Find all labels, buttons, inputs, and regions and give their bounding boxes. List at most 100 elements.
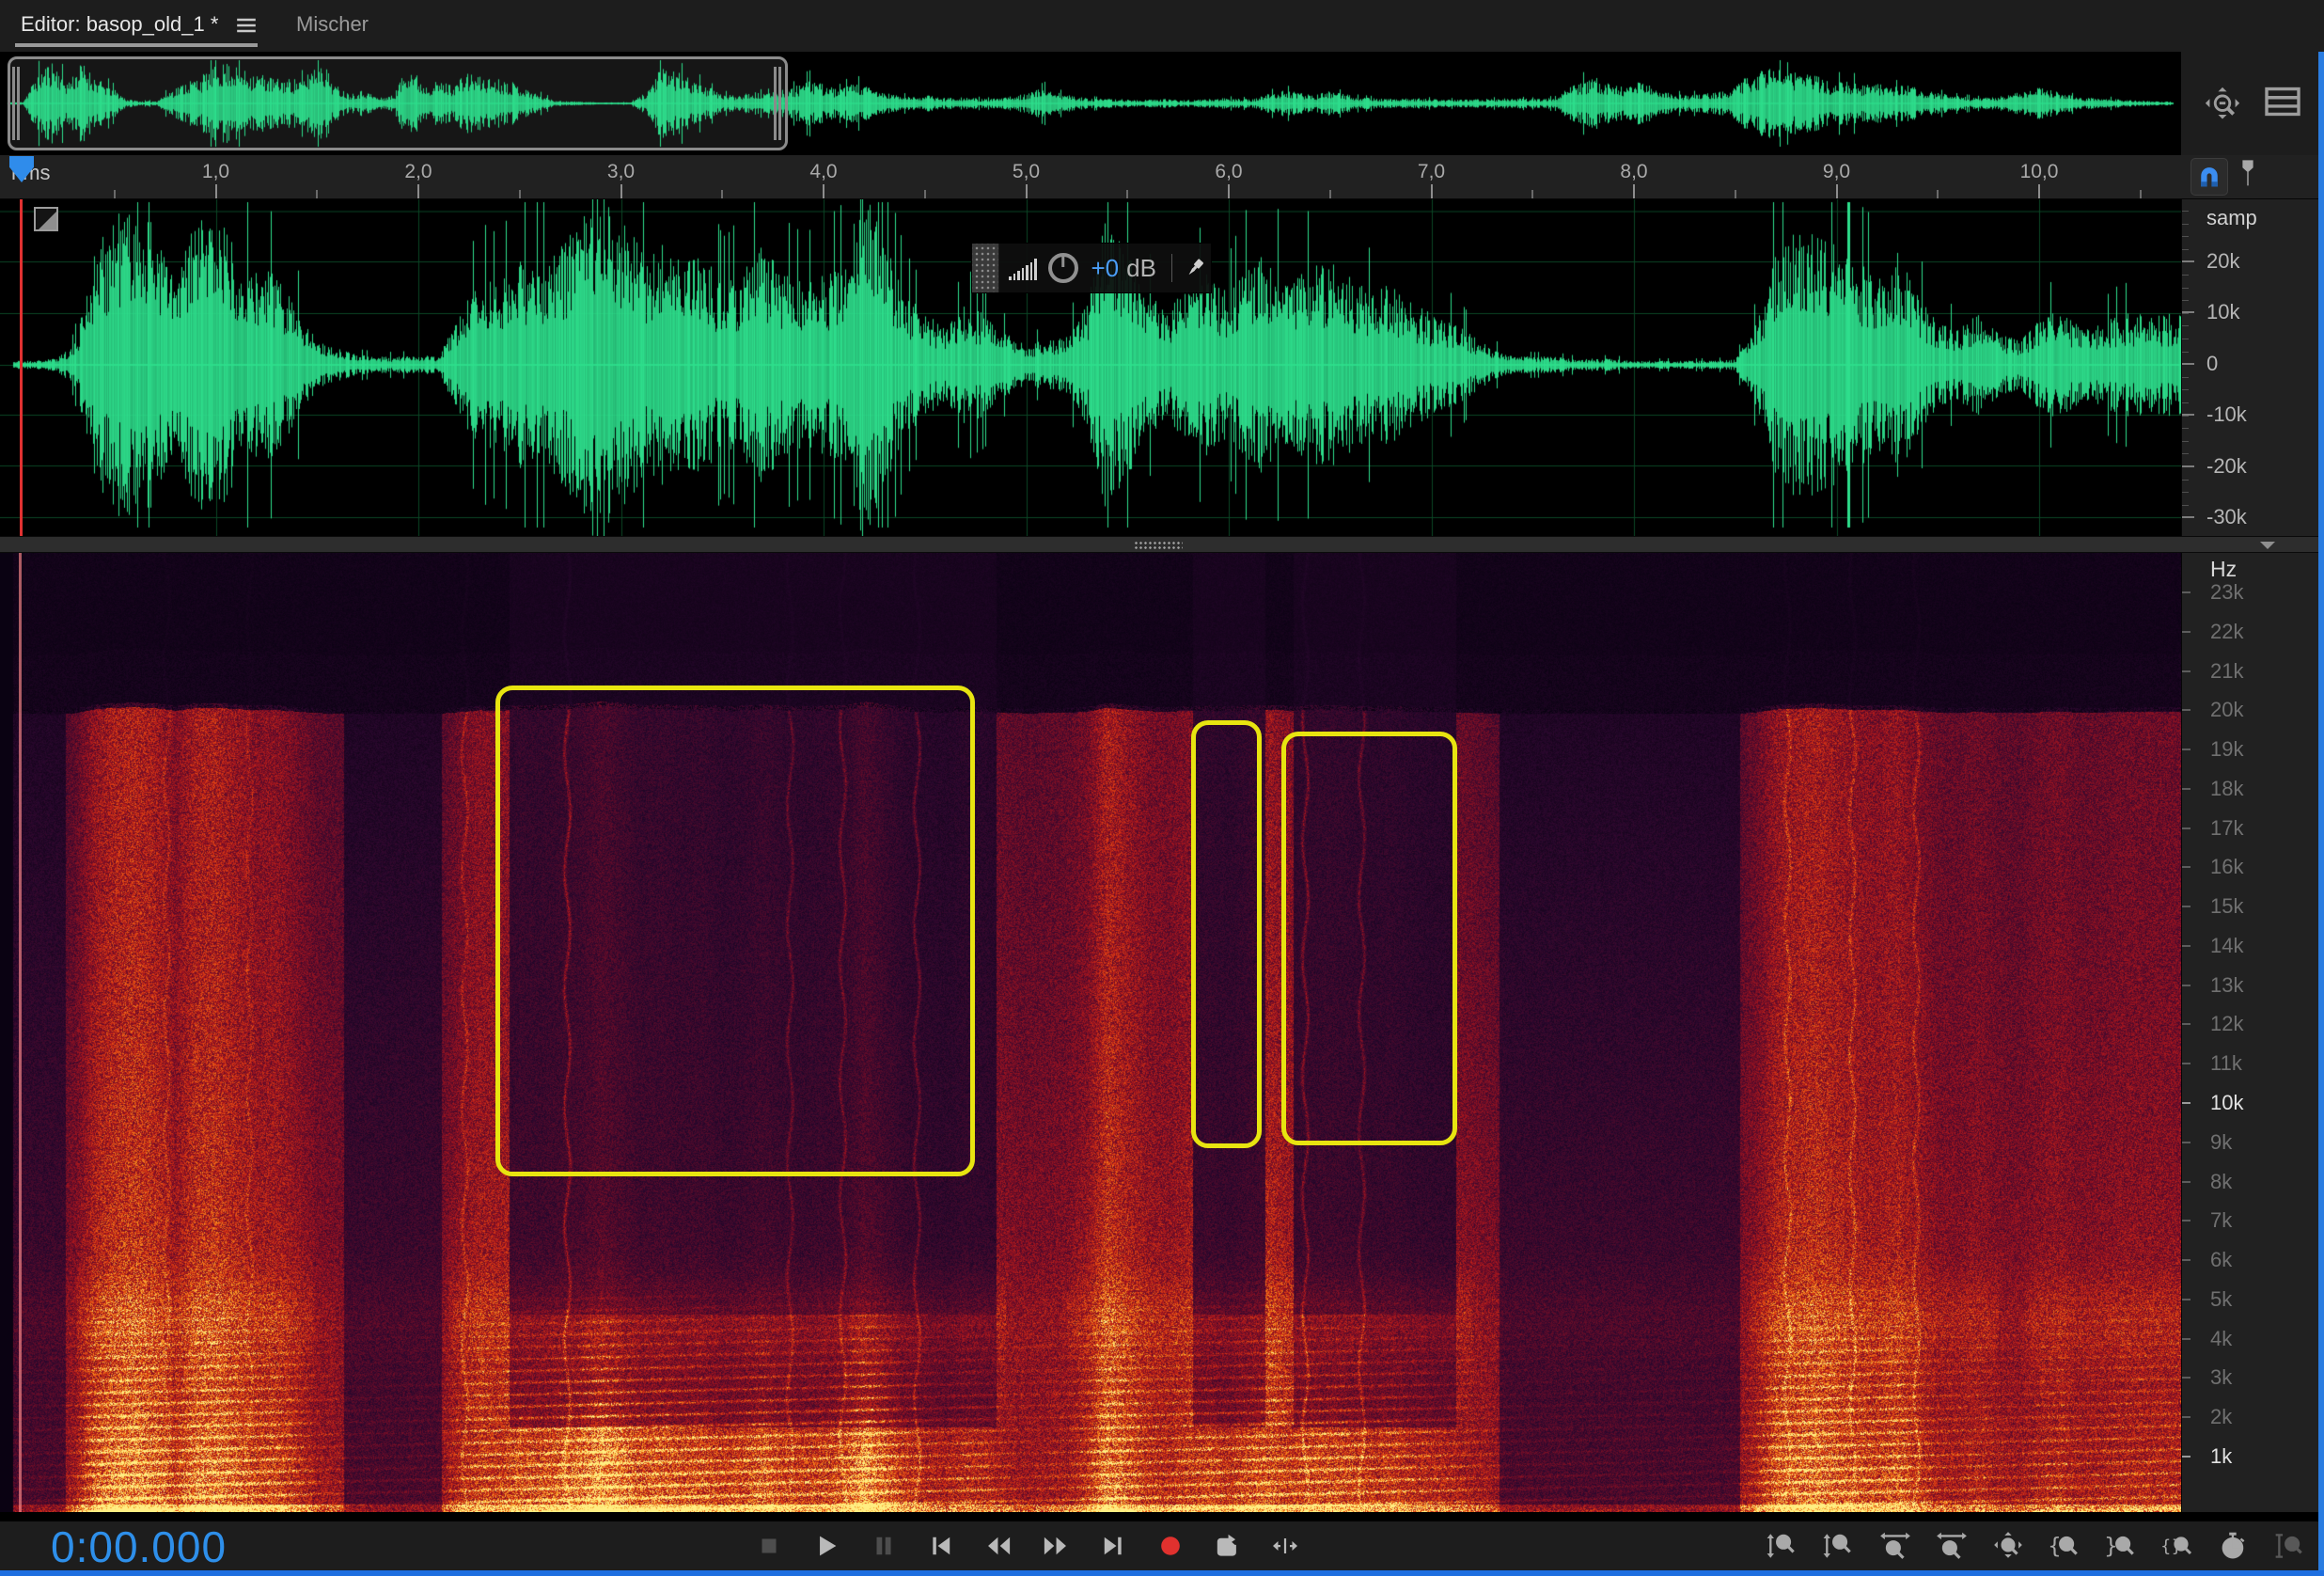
pause-button[interactable]	[867, 1529, 901, 1563]
freq-scale-label: 12k	[2210, 1012, 2243, 1036]
zoom-in-horizontal-button[interactable]	[1878, 1529, 1912, 1563]
amp-tick-minor	[2182, 453, 2189, 454]
freq-tick	[2182, 827, 2191, 829]
freq-tick	[2182, 1338, 2191, 1340]
overview-strip[interactable]	[0, 52, 2181, 155]
zoom-out-vertical-button[interactable]	[1822, 1529, 1856, 1563]
ruler-tick-major	[1836, 184, 1838, 198]
time-display[interactable]: 0:00.000	[51, 1522, 227, 1571]
amp-tick-major	[2182, 260, 2194, 262]
zoom-navigate-icon[interactable]	[2202, 86, 2243, 123]
stop-button[interactable]	[752, 1529, 786, 1563]
spectral-annotation-box[interactable]	[1281, 732, 1457, 1145]
gain-knob[interactable]	[1048, 253, 1078, 283]
zoom-out-horizontal-button[interactable]	[1935, 1529, 1969, 1563]
amp-tick-minor	[2182, 249, 2189, 250]
spectrogram-display[interactable]	[0, 553, 2181, 1512]
freq-tick	[2182, 1142, 2191, 1143]
frequency-scale[interactable]: Hz 23k22k21k20k19k18k17k16k15k14k13k12k1…	[2181, 553, 2324, 1512]
freq-scale-label: 21k	[2210, 659, 2243, 684]
freq-scale-label: 23k	[2210, 580, 2243, 605]
skip-selection-button[interactable]	[1268, 1529, 1302, 1563]
loop-playback-button[interactable]	[1211, 1529, 1245, 1563]
amp-tick-major	[2182, 363, 2194, 365]
selection-right-handle[interactable]	[774, 67, 783, 140]
ruler-tick-minor	[1937, 190, 1939, 198]
skip-to-start-button[interactable]	[924, 1529, 958, 1563]
freq-tick	[2182, 1456, 2191, 1458]
amp-tick-minor	[2182, 492, 2189, 493]
fast-forward-button[interactable]	[1039, 1529, 1073, 1563]
amp-scale-label: -20k	[2206, 454, 2247, 479]
zoom-in-right-edge-button[interactable]: }	[2104, 1529, 2138, 1563]
marker-tool-icon[interactable]	[2239, 158, 2256, 190]
amplitude-scale[interactable]: samp 20k10k0-10k-20k-30k	[2181, 199, 2324, 536]
pin-icon[interactable]	[1184, 257, 1206, 279]
ruler-tick-major	[1228, 184, 1230, 198]
gain-value[interactable]: +0	[1091, 254, 1120, 283]
freq-tick	[2182, 631, 2191, 633]
freq-scale-label: 5k	[2210, 1287, 2232, 1312]
zoom-navigate-button[interactable]	[1991, 1529, 2025, 1563]
spectral-annotation-box[interactable]	[1191, 720, 1262, 1148]
hud-drag-handle[interactable]	[972, 244, 999, 292]
amp-tick-minor	[2182, 402, 2189, 403]
ruler-tick-major	[1633, 184, 1635, 198]
ruler-label: 7,0	[1418, 161, 1445, 183]
timer-button[interactable]	[2217, 1529, 2251, 1563]
freq-tick	[2182, 1220, 2191, 1221]
ruler-tick-major	[1431, 184, 1433, 198]
display-split-toggle[interactable]	[34, 207, 58, 231]
panel-menu-icon[interactable]	[235, 17, 258, 34]
frequency-scale-title: Hz	[2210, 557, 2237, 582]
freq-scale-label: 16k	[2210, 855, 2243, 879]
record-button[interactable]	[1154, 1529, 1187, 1563]
zoom-toolbar: {} {}	[1766, 1521, 2307, 1570]
tab-mixer[interactable]: Mischer	[296, 0, 369, 52]
zoom-in-left-edge-button[interactable]: {	[2048, 1529, 2081, 1563]
volume-bars-icon	[1009, 256, 1037, 280]
window-edge-bottom	[0, 1570, 2324, 1576]
ruler-label: 3,0	[607, 161, 635, 183]
waveform-panel[interactable]: +0 dB	[0, 199, 2181, 536]
freq-scale-label: 4k	[2210, 1327, 2232, 1351]
ruler-label: 8,0	[1620, 161, 1647, 183]
amp-tick-minor	[2182, 325, 2189, 326]
snap-toggle[interactable]	[2191, 158, 2228, 196]
collapse-arrow-icon[interactable]	[2260, 542, 2275, 549]
ruler-tick-minor	[114, 190, 116, 198]
skip-to-end-button[interactable]	[1096, 1529, 1130, 1563]
spectrogram-panel[interactable]	[0, 553, 2181, 1512]
selection-left-handle[interactable]	[12, 67, 22, 140]
freq-tick	[2182, 1063, 2191, 1064]
snap-magnet-icon	[2196, 164, 2222, 190]
audio-editor-window: Editor: basop_old_1 * Mischer hms 1,02,0…	[0, 0, 2324, 1576]
play-button[interactable]	[809, 1529, 843, 1563]
zoom-in-vertical-button[interactable]	[1766, 1529, 1799, 1563]
spectral-annotation-box[interactable]	[495, 686, 975, 1176]
panel-list-icon[interactable]	[2264, 86, 2301, 118]
overview-selection[interactable]	[8, 56, 788, 150]
ruler-tick-minor	[1735, 190, 1736, 198]
freq-tick	[2182, 709, 2191, 711]
panel-divider[interactable]	[0, 536, 2324, 553]
divider-grip[interactable]	[1134, 541, 1183, 549]
tab-bar: Editor: basop_old_1 * Mischer	[0, 0, 2324, 52]
freq-tick	[2182, 1259, 2191, 1261]
ruler-label: 9,0	[1823, 161, 1850, 183]
amp-tick-major	[2182, 311, 2194, 313]
amp-tick-major	[2182, 414, 2194, 416]
amplitude-scale-title: samp	[2206, 206, 2257, 230]
freq-scale-label: 14k	[2210, 934, 2243, 958]
time-ruler[interactable]: hms 1,02,03,04,05,06,07,08,09,010,0	[0, 155, 2324, 199]
freq-scale-label: 19k	[2210, 737, 2243, 762]
amp-scale-label: 10k	[2206, 300, 2239, 324]
rewind-button[interactable]	[981, 1529, 1015, 1563]
playhead-line-waveform	[20, 199, 23, 536]
zoom-to-selection-button[interactable]: {}	[2160, 1529, 2194, 1563]
amp-tick-minor	[2182, 441, 2189, 442]
amp-scale-label: 20k	[2206, 249, 2239, 274]
gain-hud[interactable]: +0 dB	[971, 243, 1212, 293]
freq-scale-label: 20k	[2210, 698, 2243, 722]
freq-scale-label: 15k	[2210, 894, 2243, 919]
